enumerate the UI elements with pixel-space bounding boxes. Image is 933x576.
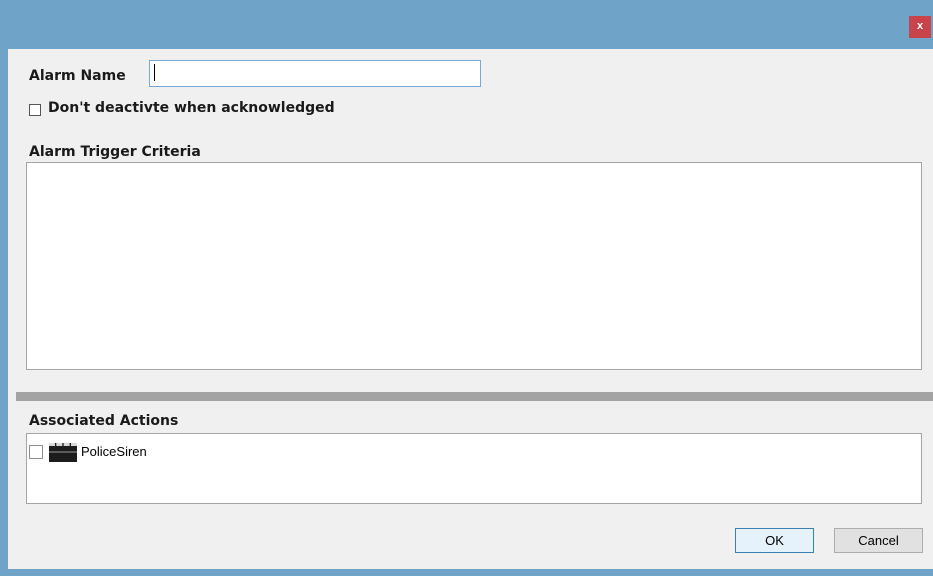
splitter-bar[interactable]	[16, 392, 933, 401]
dont-deactivate-checkbox[interactable]	[29, 104, 41, 116]
title-bar[interactable]	[0, 0, 933, 49]
close-button[interactable]: x	[909, 16, 931, 38]
alarm-dialog: x Alarm Name Don't deactivte when acknow…	[0, 0, 933, 576]
associated-actions-label: Associated Actions	[29, 413, 179, 429]
dont-deactivate-label[interactable]: Don't deactivte when acknowledged	[48, 100, 335, 116]
cancel-button[interactable]: Cancel	[834, 528, 923, 553]
associated-actions-list[interactable]	[26, 433, 922, 504]
alarm-name-label: Alarm Name	[29, 68, 126, 84]
trigger-criteria-panel[interactable]	[26, 162, 922, 370]
ok-button[interactable]: OK	[735, 528, 814, 553]
alarm-name-input[interactable]	[149, 60, 481, 87]
text-caret	[154, 64, 155, 81]
policesiren-checkbox[interactable]	[29, 445, 43, 459]
close-icon: x	[916, 20, 924, 32]
action-item-label[interactable]: PoliceSiren	[81, 444, 147, 459]
trigger-criteria-label: Alarm Trigger Criteria	[29, 144, 201, 160]
window-border-bottom	[0, 569, 933, 576]
clapperboard-icon	[49, 443, 77, 462]
